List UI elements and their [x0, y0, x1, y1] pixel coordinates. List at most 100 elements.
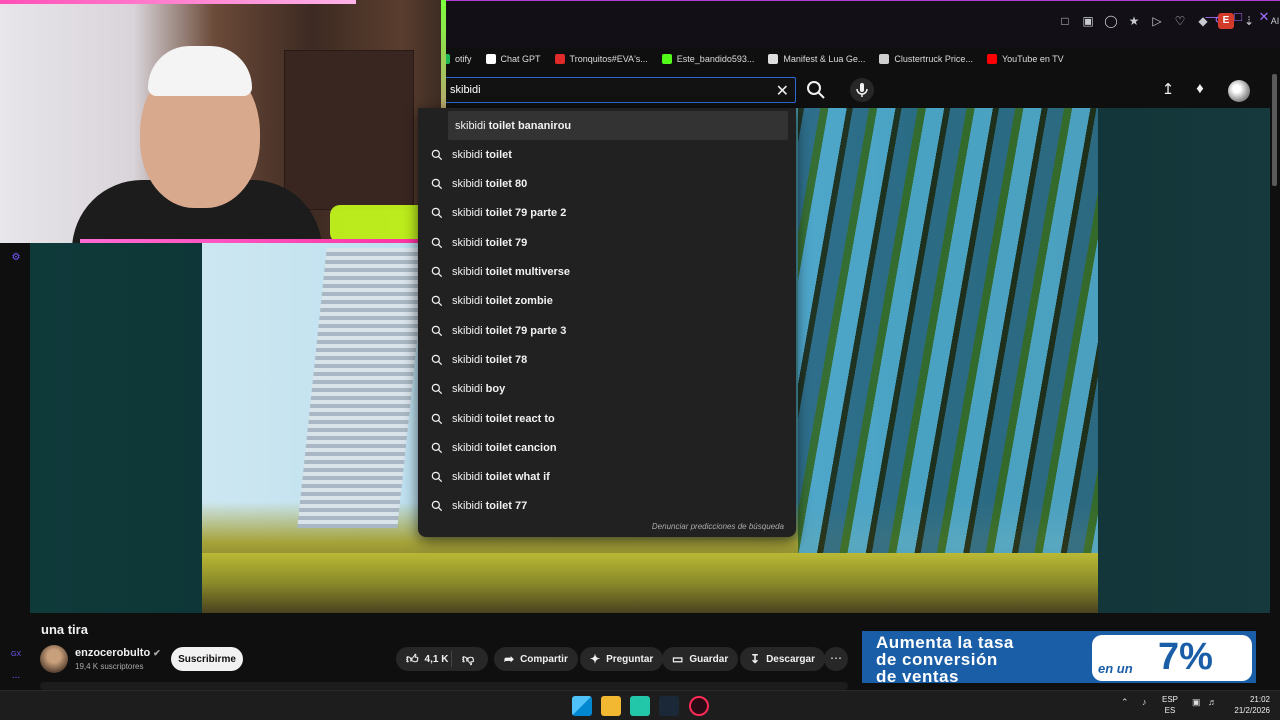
suggestion-item[interactable]: skibidi toilet bananirou	[448, 111, 788, 140]
more-rail-icon[interactable]: ...	[10, 670, 22, 682]
bookmark-icon: ▭	[672, 652, 684, 666]
search-suggestions: Denunciar predicciones de búsqueda skibi…	[418, 108, 796, 537]
gx-icon[interactable]: GX	[10, 651, 22, 663]
suggestion-item[interactable]: skibidi toilet	[418, 140, 796, 169]
taskbar: ⌃ ♪ ESP ES ▣ ♬ 21:02 21/2/2026	[0, 690, 1280, 720]
suggestion-completion: toilet 78	[482, 353, 528, 366]
minimize-icon[interactable]: —	[1204, 9, 1220, 25]
volume-icon[interactable]: ♬	[1208, 697, 1217, 707]
bookmark-favicon	[986, 54, 997, 64]
save-button[interactable]: ▭ Guardar	[662, 647, 739, 671]
close-icon[interactable]: ✕	[1256, 9, 1272, 25]
suggestion-text: skibidi toilet	[452, 149, 512, 161]
search-query[interactable]: skibidi	[450, 84, 481, 96]
bookmark-label: Manifest & Lua Ge...	[783, 54, 866, 64]
bookmark-item[interactable]: Tronquitos#EVA's...	[554, 54, 648, 64]
bookmark-label: otify	[455, 54, 472, 64]
webcam-border	[80, 239, 446, 243]
search-icon	[422, 441, 452, 455]
suggestion-item[interactable]: skibidi toilet multiverse	[418, 258, 796, 287]
report-predictions-link[interactable]: Denunciar predicciones de búsqueda	[652, 522, 784, 531]
opera-gx-icon[interactable]	[689, 696, 709, 716]
bookmark-item[interactable]: YouTube en TV	[986, 54, 1064, 64]
suggestion-item[interactable]: skibidi toilet react to	[418, 404, 796, 433]
suggestion-completion: toilet bananirou	[485, 119, 572, 132]
screenshot-icon[interactable]: ▣	[1080, 13, 1096, 29]
network-icon[interactable]: ▣	[1192, 697, 1201, 708]
search-button[interactable]	[804, 78, 828, 102]
channel-name-text[interactable]: enzocerobulto	[75, 647, 150, 659]
microphone-tray-icon[interactable]: ♪	[1142, 697, 1147, 707]
voice-search-button[interactable]	[850, 78, 874, 102]
suggestion-item[interactable]: skibidi toilet zombie	[418, 287, 796, 316]
upload-icon[interactable]: ↥	[1158, 80, 1178, 100]
suggestion-item[interactable]: skibidi toilet cancion	[418, 433, 796, 462]
bookmark-item[interactable]: Este_bandido593...	[661, 54, 754, 64]
clock[interactable]: 21:02 21/2/2026	[1226, 694, 1270, 716]
clear-search-icon[interactable]: ✕	[776, 81, 789, 101]
more-actions-button[interactable]: ⋯	[824, 647, 848, 671]
language-indicator[interactable]: ESP ES	[1162, 694, 1178, 716]
search-icon	[807, 81, 825, 99]
suggestion-item[interactable]: skibidi boy	[418, 375, 796, 404]
file-explorer-icon[interactable]	[601, 696, 621, 716]
ad-percent: 7%	[1158, 636, 1213, 678]
building-scene	[297, 248, 427, 528]
suggestion-prefix: skibidi	[452, 324, 483, 337]
ad-line2: de conversión	[876, 650, 998, 669]
suggestion-completion: toilet 79 parte 2	[482, 207, 567, 220]
ad-line3: de ventas	[876, 667, 959, 685]
suggestion-prefix: skibidi	[455, 119, 486, 132]
page-scrollbar[interactable]	[1272, 74, 1277, 186]
suggestion-item[interactable]: skibidi toilet 79 parte 2	[418, 199, 796, 228]
suggestion-prefix: skibidi	[452, 266, 483, 278]
suggestion-item[interactable]: skibidi toilet 78	[418, 345, 796, 374]
shield-icon[interactable]: ◯	[1103, 13, 1119, 29]
suggestion-completion: toilet multiverse	[482, 266, 570, 278]
ad-banner[interactable]: Aumenta la tasa de conversión de ventas …	[860, 629, 1258, 685]
bookmark-item[interactable]: Chat GPT	[485, 54, 541, 64]
download-button[interactable]: ↧ Descargar	[740, 647, 825, 671]
video-title: una tira	[41, 622, 88, 637]
thumbs-down-icon: 👎︎	[462, 651, 475, 666]
maximize-icon[interactable]: □	[1230, 9, 1246, 25]
bookmark-item[interactable]: Clustertruck Price...	[879, 54, 973, 64]
gear-icon[interactable]: ⚙	[10, 252, 22, 264]
search-input[interactable]: skibidi ✕	[440, 77, 796, 103]
ask-button[interactable]: ✦ Preguntar	[580, 647, 664, 671]
suggestion-item[interactable]: skibidi toilet 80	[418, 170, 796, 199]
suggestion-completion: toilet 79 parte 3	[482, 324, 567, 337]
translate-icon[interactable]: ★	[1126, 13, 1142, 29]
search-icon	[422, 265, 452, 279]
windows-start-icon[interactable]	[572, 696, 592, 716]
channel-avatar[interactable]	[40, 645, 68, 673]
dislike-button[interactable]: 👎︎	[452, 652, 480, 667]
steam-icon[interactable]	[659, 696, 679, 716]
search-icon	[422, 236, 452, 250]
heart-icon[interactable]: ♡	[1172, 13, 1188, 29]
suggestion-item[interactable]: skibidi toilet 79 parte 3	[418, 316, 796, 345]
suggestion-text: skibidi toilet multiverse	[452, 266, 570, 278]
search-icon	[422, 412, 452, 426]
suggestion-item[interactable]: skibidi toilet what if	[418, 463, 796, 492]
chevron-up-icon[interactable]: ⌃	[1121, 697, 1129, 708]
bookmark-item[interactable]: Manifest & Lua Ge...	[768, 54, 865, 64]
search-icon	[422, 177, 452, 191]
notifications-bell-icon[interactable]: ♦	[1190, 80, 1210, 100]
suggestion-item[interactable]: skibidi toilet 77	[418, 492, 796, 521]
play-icon[interactable]: ▷	[1149, 13, 1165, 29]
search-icon	[422, 294, 452, 308]
search-icon	[422, 353, 452, 367]
channel-name[interactable]: enzocerobulto ✔	[75, 647, 161, 659]
like-button[interactable]: 👍︎ 4,1 K	[396, 651, 452, 667]
share-button[interactable]: ➦ Compartir	[494, 647, 578, 671]
app-icon[interactable]	[630, 696, 650, 716]
bookmark-icon[interactable]: □	[1057, 13, 1073, 29]
suggestion-item[interactable]: skibidi toilet 79	[418, 228, 796, 257]
subscribe-button[interactable]: Suscribirme	[171, 647, 243, 671]
search-icon	[422, 206, 452, 220]
thumbs-up-icon: 👍︎	[406, 651, 419, 666]
account-avatar[interactable]	[1228, 80, 1250, 102]
suggestion-completion: toilet react to	[482, 412, 555, 425]
window-controls: — □ ✕	[1204, 9, 1272, 25]
